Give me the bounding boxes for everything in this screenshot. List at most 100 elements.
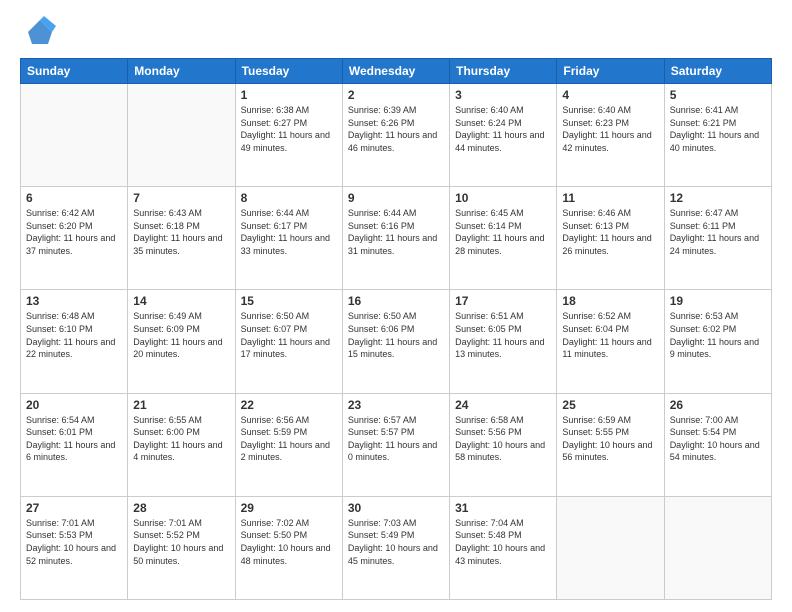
cell-details: Sunrise: 6:45 AM Sunset: 6:14 PM Dayligh… <box>455 207 551 257</box>
day-number: 27 <box>26 501 122 515</box>
cell-details: Sunrise: 6:50 AM Sunset: 6:07 PM Dayligh… <box>241 310 337 360</box>
cell-details: Sunrise: 7:01 AM Sunset: 5:52 PM Dayligh… <box>133 517 229 567</box>
calendar-cell: 16 Sunrise: 6:50 AM Sunset: 6:06 PM Dayli… <box>342 290 449 393</box>
cell-details: Sunrise: 6:55 AM Sunset: 6:00 PM Dayligh… <box>133 414 229 464</box>
cell-details: Sunrise: 6:42 AM Sunset: 6:20 PM Dayligh… <box>26 207 122 257</box>
calendar-cell: 8 Sunrise: 6:44 AM Sunset: 6:17 PM Daylig… <box>235 187 342 290</box>
cell-details: Sunrise: 6:41 AM Sunset: 6:21 PM Dayligh… <box>670 104 766 154</box>
day-number: 28 <box>133 501 229 515</box>
day-number: 23 <box>348 398 444 412</box>
day-number: 13 <box>26 294 122 308</box>
calendar-cell <box>128 84 235 187</box>
day-number: 17 <box>455 294 551 308</box>
day-number: 18 <box>562 294 658 308</box>
day-number: 31 <box>455 501 551 515</box>
calendar-cell: 7 Sunrise: 6:43 AM Sunset: 6:18 PM Daylig… <box>128 187 235 290</box>
cell-details: Sunrise: 6:59 AM Sunset: 5:55 PM Dayligh… <box>562 414 658 464</box>
calendar-cell: 1 Sunrise: 6:38 AM Sunset: 6:27 PM Daylig… <box>235 84 342 187</box>
calendar-week-3: 13 Sunrise: 6:48 AM Sunset: 6:10 PM Dayli… <box>21 290 772 393</box>
cell-details: Sunrise: 6:57 AM Sunset: 5:57 PM Dayligh… <box>348 414 444 464</box>
day-number: 14 <box>133 294 229 308</box>
cell-details: Sunrise: 7:00 AM Sunset: 5:54 PM Dayligh… <box>670 414 766 464</box>
day-number: 4 <box>562 88 658 102</box>
cell-details: Sunrise: 6:48 AM Sunset: 6:10 PM Dayligh… <box>26 310 122 360</box>
day-number: 30 <box>348 501 444 515</box>
day-number: 29 <box>241 501 337 515</box>
day-number: 15 <box>241 294 337 308</box>
calendar-cell: 26 Sunrise: 7:00 AM Sunset: 5:54 PM Dayli… <box>664 393 771 496</box>
day-number: 1 <box>241 88 337 102</box>
calendar-cell: 22 Sunrise: 6:56 AM Sunset: 5:59 PM Dayli… <box>235 393 342 496</box>
calendar-cell: 20Sunrise: 6:54 AM Sunset: 6:01 PM Dayli… <box>21 393 128 496</box>
day-number: 21 <box>133 398 229 412</box>
calendar-cell: 10 Sunrise: 6:45 AM Sunset: 6:14 PM Dayli… <box>450 187 557 290</box>
calendar-cell: 24Sunrise: 6:58 AM Sunset: 5:56 PM Dayli… <box>450 393 557 496</box>
calendar-cell: 23 Sunrise: 6:57 AM Sunset: 5:57 PM Dayli… <box>342 393 449 496</box>
day-number: 20 <box>26 398 122 412</box>
day-number: 16 <box>348 294 444 308</box>
header <box>20 16 772 48</box>
calendar-week-2: 6 Sunrise: 6:42 AM Sunset: 6:20 PM Daylig… <box>21 187 772 290</box>
day-number: 19 <box>670 294 766 308</box>
cell-details: Sunrise: 7:02 AM Sunset: 5:50 PM Dayligh… <box>241 517 337 567</box>
day-number: 8 <box>241 191 337 205</box>
cell-details: Sunrise: 6:56 AM Sunset: 5:59 PM Dayligh… <box>241 414 337 464</box>
weekday-header-sunday: Sunday <box>21 59 128 84</box>
cell-details: Sunrise: 6:40 AM Sunset: 6:23 PM Dayligh… <box>562 104 658 154</box>
calendar-cell: 29 Sunrise: 7:02 AM Sunset: 5:50 PM Dayli… <box>235 496 342 599</box>
logo-area <box>20 16 56 48</box>
weekday-header-monday: Monday <box>128 59 235 84</box>
weekday-header-friday: Friday <box>557 59 664 84</box>
weekday-header-wednesday: Wednesday <box>342 59 449 84</box>
day-number: 10 <box>455 191 551 205</box>
calendar-cell: 12Sunrise: 6:47 AM Sunset: 6:11 PM Dayli… <box>664 187 771 290</box>
calendar-cell <box>664 496 771 599</box>
calendar-cell <box>21 84 128 187</box>
day-number: 11 <box>562 191 658 205</box>
cell-details: Sunrise: 6:39 AM Sunset: 6:26 PM Dayligh… <box>348 104 444 154</box>
day-number: 5 <box>670 88 766 102</box>
calendar-cell: 5 Sunrise: 6:41 AM Sunset: 6:21 PM Daylig… <box>664 84 771 187</box>
calendar-cell: 15 Sunrise: 6:50 AM Sunset: 6:07 PM Dayli… <box>235 290 342 393</box>
weekday-header-row: SundayMondayTuesdayWednesdayThursdayFrid… <box>21 59 772 84</box>
day-number: 6 <box>26 191 122 205</box>
calendar-week-1: 1 Sunrise: 6:38 AM Sunset: 6:27 PM Daylig… <box>21 84 772 187</box>
cell-details: Sunrise: 6:43 AM Sunset: 6:18 PM Dayligh… <box>133 207 229 257</box>
cell-details: Sunrise: 6:40 AM Sunset: 6:24 PM Dayligh… <box>455 104 551 154</box>
page: SundayMondayTuesdayWednesdayThursdayFrid… <box>0 0 792 612</box>
calendar-cell: 11Sunrise: 6:46 AM Sunset: 6:13 PM Dayli… <box>557 187 664 290</box>
weekday-header-thursday: Thursday <box>450 59 557 84</box>
cell-details: Sunrise: 6:44 AM Sunset: 6:16 PM Dayligh… <box>348 207 444 257</box>
calendar-cell: 13 Sunrise: 6:48 AM Sunset: 6:10 PM Dayli… <box>21 290 128 393</box>
day-number: 3 <box>455 88 551 102</box>
day-number: 24 <box>455 398 551 412</box>
calendar-cell: 21 Sunrise: 6:55 AM Sunset: 6:00 PM Dayli… <box>128 393 235 496</box>
calendar-cell: 17 Sunrise: 6:51 AM Sunset: 6:05 PM Dayli… <box>450 290 557 393</box>
cell-details: Sunrise: 6:38 AM Sunset: 6:27 PM Dayligh… <box>241 104 337 154</box>
calendar-cell: 28 Sunrise: 7:01 AM Sunset: 5:52 PM Dayli… <box>128 496 235 599</box>
cell-details: Sunrise: 6:49 AM Sunset: 6:09 PM Dayligh… <box>133 310 229 360</box>
cell-details: Sunrise: 7:01 AM Sunset: 5:53 PM Dayligh… <box>26 517 122 567</box>
weekday-header-tuesday: Tuesday <box>235 59 342 84</box>
calendar-cell: 25 Sunrise: 6:59 AM Sunset: 5:55 PM Dayli… <box>557 393 664 496</box>
cell-details: Sunrise: 7:04 AM Sunset: 5:48 PM Dayligh… <box>455 517 551 567</box>
calendar-table: SundayMondayTuesdayWednesdayThursdayFrid… <box>20 58 772 600</box>
calendar-cell: 18 Sunrise: 6:52 AM Sunset: 6:04 PM Dayli… <box>557 290 664 393</box>
day-number: 22 <box>241 398 337 412</box>
cell-details: Sunrise: 6:44 AM Sunset: 6:17 PM Dayligh… <box>241 207 337 257</box>
cell-details: Sunrise: 6:50 AM Sunset: 6:06 PM Dayligh… <box>348 310 444 360</box>
day-number: 9 <box>348 191 444 205</box>
cell-details: Sunrise: 6:51 AM Sunset: 6:05 PM Dayligh… <box>455 310 551 360</box>
calendar-cell: 31 Sunrise: 7:04 AM Sunset: 5:48 PM Dayli… <box>450 496 557 599</box>
day-number: 25 <box>562 398 658 412</box>
calendar-cell: 4 Sunrise: 6:40 AM Sunset: 6:23 PM Daylig… <box>557 84 664 187</box>
cell-details: Sunrise: 6:52 AM Sunset: 6:04 PM Dayligh… <box>562 310 658 360</box>
day-number: 7 <box>133 191 229 205</box>
calendar-cell: 19Sunrise: 6:53 AM Sunset: 6:02 PM Dayli… <box>664 290 771 393</box>
calendar-cell: 3 Sunrise: 6:40 AM Sunset: 6:24 PM Daylig… <box>450 84 557 187</box>
calendar-cell: 14 Sunrise: 6:49 AM Sunset: 6:09 PM Dayli… <box>128 290 235 393</box>
calendar-cell: 9 Sunrise: 6:44 AM Sunset: 6:16 PM Daylig… <box>342 187 449 290</box>
calendar-cell: 27 Sunrise: 7:01 AM Sunset: 5:53 PM Dayli… <box>21 496 128 599</box>
day-number: 26 <box>670 398 766 412</box>
calendar-cell: 6 Sunrise: 6:42 AM Sunset: 6:20 PM Daylig… <box>21 187 128 290</box>
